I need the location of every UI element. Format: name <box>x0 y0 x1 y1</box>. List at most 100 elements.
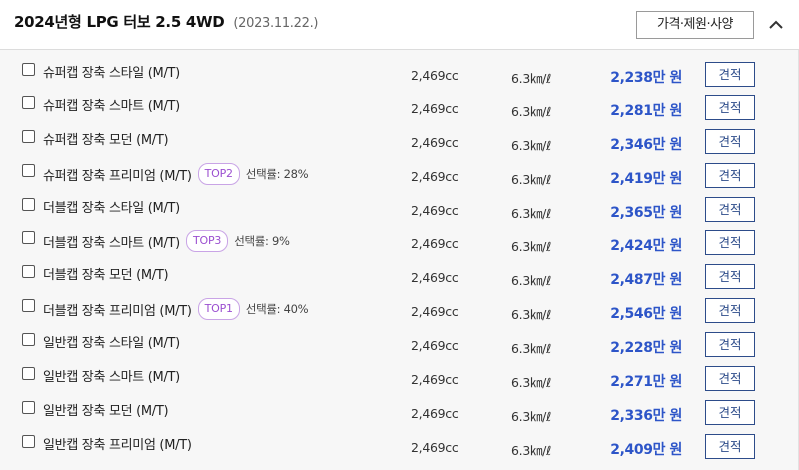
trim-checkbox[interactable] <box>22 231 35 244</box>
trim-row: 일반캡 장축 모던 (M/T) 2,469cc 6.3㎞/ℓ 2,336만 원 견적 <box>0 394 799 428</box>
trim-price: 2,409만 원 <box>610 442 682 458</box>
trim-checkbox[interactable] <box>22 299 35 312</box>
quote-button[interactable]: 견적 <box>705 400 755 425</box>
trim-name-group: 더블캡 장축 스마트 (M/T) TOP3 선택률: 9% <box>43 230 290 252</box>
trim-checkbox[interactable] <box>22 435 35 448</box>
trim-name-group: 슈퍼캡 장축 스마트 (M/T) <box>43 95 180 114</box>
displacement: 2,469cc <box>411 68 459 83</box>
model-title: 2024년형 LPG 터보 2.5 4WD <box>14 13 225 31</box>
quote-button[interactable]: 견적 <box>705 197 755 222</box>
quote-button[interactable]: 견적 <box>705 298 755 323</box>
displacement: 2,469cc <box>411 101 459 116</box>
trim-price: 2,365만 원 <box>610 205 682 221</box>
fuel-efficiency: 6.3㎞/ℓ <box>511 375 551 390</box>
trim-row: 더블캡 장축 모던 (M/T) 2,469cc 6.3㎞/ℓ 2,487만 원 견적 <box>0 258 799 292</box>
trim-row: 일반캡 장축 스마트 (M/T) 2,469cc 6.3㎞/ℓ 2,271만 원 견적 <box>0 360 799 394</box>
trim-checkbox[interactable] <box>22 130 35 143</box>
quote-button[interactable]: 견적 <box>705 163 755 188</box>
trim-row: 슈퍼캡 장축 스타일 (M/T) 2,469cc 6.3㎞/ℓ 2,238만 원 견적 <box>0 56 799 90</box>
displacement: 2,469cc <box>411 236 459 251</box>
trim-price: 2,424만 원 <box>610 238 682 254</box>
displacement: 2,469cc <box>411 169 459 184</box>
displacement: 2,469cc <box>411 338 459 353</box>
trim-price: 2,228만 원 <box>610 340 682 356</box>
trim-price: 2,346만 원 <box>610 137 682 153</box>
trim-checkbox[interactable] <box>22 63 35 76</box>
fuel-efficiency: 6.3㎞/ℓ <box>511 409 551 424</box>
trim-price: 2,487만 원 <box>610 272 682 288</box>
trim-name-group: 슈퍼캡 장축 스타일 (M/T) <box>43 62 180 81</box>
quote-button[interactable]: 견적 <box>705 264 755 289</box>
fuel-efficiency: 6.3㎞/ℓ <box>511 71 551 86</box>
release-date: (2023.11.22.) <box>233 16 319 31</box>
trim-name: 일반캡 장축 스마트 (M/T) <box>43 370 180 385</box>
trim-checkbox[interactable] <box>22 265 35 278</box>
fuel-efficiency: 6.3㎞/ℓ <box>511 239 551 254</box>
displacement: 2,469cc <box>411 135 459 150</box>
quote-button[interactable]: 견적 <box>705 230 755 255</box>
price-spec-options-button[interactable]: 가격·제원·사양 <box>636 11 754 39</box>
quote-button[interactable]: 견적 <box>705 95 755 120</box>
trim-name-group: 슈퍼캡 장축 모던 (M/T) <box>43 129 169 148</box>
trim-name: 더블캡 장축 모던 (M/T) <box>43 268 169 283</box>
trim-row: 슈퍼캡 장축 스마트 (M/T) 2,469cc 6.3㎞/ℓ 2,281만 원 견적 <box>0 89 799 123</box>
displacement: 2,469cc <box>411 440 459 455</box>
trim-group-title: 2024년형 LPG 터보 2.5 4WD (2023.11.22.) <box>14 11 318 32</box>
trim-checkbox[interactable] <box>22 164 35 177</box>
selection-rate: 선택률: 40% <box>245 302 309 316</box>
trim-group-header: 2024년형 LPG 터보 2.5 4WD (2023.11.22.) 가격·제… <box>0 0 799 50</box>
trim-row: 더블캡 장축 프리미엄 (M/T) TOP1 선택률: 40% 2,469cc 6.3㎞… <box>0 292 799 326</box>
trim-checkbox[interactable] <box>22 401 35 414</box>
displacement: 2,469cc <box>411 372 459 387</box>
quote-button[interactable]: 견적 <box>705 332 755 357</box>
fuel-efficiency: 6.3㎞/ℓ <box>511 172 551 187</box>
popularity-rank-badge: TOP3 <box>185 230 229 252</box>
trim-row: 일반캡 장축 프리미엄 (M/T) 2,469cc 6.3㎞/ℓ 2,409만 원 견적 <box>0 428 799 462</box>
selection-rate: 선택률: 9% <box>234 234 290 248</box>
displacement: 2,469cc <box>411 203 459 218</box>
trim-name-group: 일반캡 장축 스타일 (M/T) <box>43 332 180 351</box>
trim-name: 슈퍼캡 장축 스마트 (M/T) <box>43 99 180 114</box>
fuel-efficiency: 6.3㎞/ℓ <box>511 273 551 288</box>
trim-name: 슈퍼캡 장축 모던 (M/T) <box>43 133 169 148</box>
trim-checkbox[interactable] <box>22 333 35 346</box>
quote-button[interactable]: 견적 <box>705 129 755 154</box>
fuel-efficiency: 6.3㎞/ℓ <box>511 138 551 153</box>
trim-name: 일반캡 장축 스타일 (M/T) <box>43 336 180 351</box>
popularity-rank-badge: TOP2 <box>197 163 240 185</box>
trim-price: 2,281만 원 <box>610 103 682 119</box>
quote-button[interactable]: 견적 <box>705 366 755 391</box>
displacement: 2,469cc <box>411 406 459 421</box>
trim-name: 더블캡 장축 스타일 (M/T) <box>43 201 180 216</box>
trim-name-group: 더블캡 장축 스타일 (M/T) <box>43 197 180 216</box>
trim-price: 2,271만 원 <box>610 374 682 390</box>
displacement: 2,469cc <box>411 304 459 319</box>
trim-price: 2,419만 원 <box>610 171 682 187</box>
displacement: 2,469cc <box>411 270 459 285</box>
trim-name: 더블캡 장축 프리미엄 (M/T) <box>43 303 192 319</box>
trim-name: 일반캡 장축 모던 (M/T) <box>43 404 169 419</box>
quote-button[interactable]: 견적 <box>705 62 755 87</box>
fuel-efficiency: 6.3㎞/ℓ <box>511 443 551 458</box>
trim-row: 더블캡 장축 스마트 (M/T) TOP3 선택률: 9% 2,469cc 6.3㎞/ℓ… <box>0 224 799 258</box>
trim-list: 슈퍼캡 장축 스타일 (M/T) 2,469cc 6.3㎞/ℓ 2,238만 원 견적 슈… <box>0 50 799 470</box>
fuel-efficiency: 6.3㎞/ℓ <box>511 104 551 119</box>
trim-name: 더블캡 장축 스마트 (M/T) <box>43 235 180 251</box>
trim-row: 슈퍼캡 장축 모던 (M/T) 2,469cc 6.3㎞/ℓ 2,346만 원 견적 <box>0 123 799 157</box>
trim-name: 일반캡 장축 프리미엄 (M/T) <box>43 438 192 453</box>
selection-rate: 선택률: 28% <box>245 167 309 181</box>
trim-price: 2,546만 원 <box>610 306 682 322</box>
trim-name: 슈퍼캡 장축 스타일 (M/T) <box>43 66 180 81</box>
trim-row: 슈퍼캡 장축 프리미엄 (M/T) TOP2 선택률: 28% 2,469cc 6.3㎞… <box>0 157 799 191</box>
trim-name: 슈퍼캡 장축 프리미엄 (M/T) <box>43 168 192 184</box>
fuel-efficiency: 6.3㎞/ℓ <box>511 206 551 221</box>
trim-name-group: 일반캡 장축 모던 (M/T) <box>43 400 169 419</box>
trim-row: 일반캡 장축 스타일 (M/T) 2,469cc 6.3㎞/ℓ 2,228만 원 견적 <box>0 326 799 360</box>
quote-button[interactable]: 견적 <box>705 434 755 459</box>
trim-name-group: 슈퍼캡 장축 프리미엄 (M/T) TOP2 선택률: 28% <box>43 163 309 185</box>
trim-checkbox[interactable] <box>22 198 35 211</box>
trim-checkbox[interactable] <box>22 96 35 109</box>
fuel-efficiency: 6.3㎞/ℓ <box>511 307 551 322</box>
trim-checkbox[interactable] <box>22 367 35 380</box>
chevron-up-icon[interactable] <box>764 13 788 37</box>
